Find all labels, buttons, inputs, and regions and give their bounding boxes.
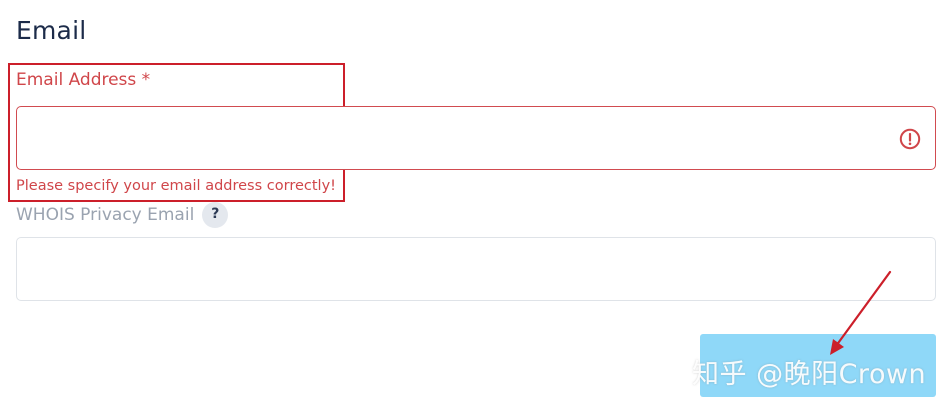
section-title: Email [16,16,87,45]
email-address-input[interactable] [17,107,935,169]
whois-privacy-email-input[interactable] [17,238,935,300]
email-settings-form: Email Email Address * Please specify you… [0,0,952,411]
email-address-label: Email Address * [16,70,151,90]
question-mark-icon[interactable]: ? [202,202,229,228]
whois-label-text: WHOIS Privacy Email [16,205,195,225]
whois-privacy-email-label: WHOIS Privacy Email ? [16,202,229,228]
exclamation-circle-icon [899,128,921,150]
whois-privacy-email-field[interactable] [16,237,936,301]
arrow-icon [830,270,892,355]
email-address-field[interactable] [16,106,936,170]
email-error-message: Please specify your email address correc… [16,178,336,194]
